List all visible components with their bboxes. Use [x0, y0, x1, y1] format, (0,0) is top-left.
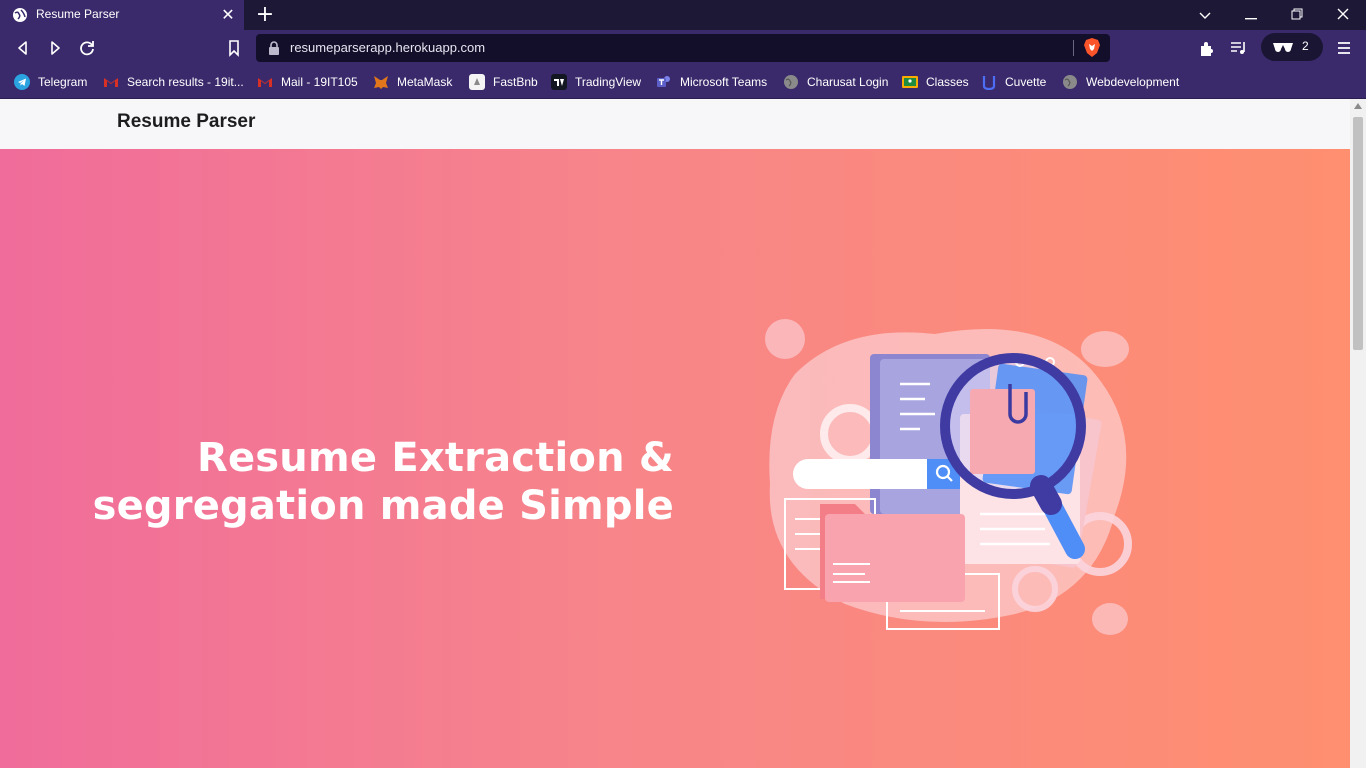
- bookmark-label: FastBnb: [493, 75, 538, 89]
- resume-search-illustration: [765, 319, 1132, 635]
- glasses-icon: [1273, 43, 1293, 52]
- address-bar[interactable]: resumeparserapp.herokuapp.com: [256, 34, 1110, 62]
- scrollbar-thumb[interactable]: [1353, 117, 1363, 350]
- chevron-down-icon: [1199, 12, 1211, 19]
- close-icon: [1337, 8, 1349, 20]
- reload-icon[interactable]: [76, 37, 98, 59]
- gmail-icon: [258, 78, 272, 87]
- lock-icon: [269, 41, 279, 55]
- webpage: Resume Parser Resume Extraction & segreg…: [0, 99, 1350, 768]
- tab-search-button[interactable]: [1190, 4, 1220, 26]
- tab-title: Resume Parser: [36, 7, 120, 21]
- cuvette-icon: [982, 76, 996, 90]
- hero-headline: Resume Extraction & segregation made Sim…: [60, 434, 674, 530]
- bookmark-cuvette[interactable]: Cuvette: [981, 72, 1046, 92]
- tab-resume-parser[interactable]: Resume Parser ✕: [0, 0, 244, 30]
- url-text: resumeparserapp.herokuapp.com: [290, 40, 486, 55]
- restore-button[interactable]: [1282, 4, 1312, 26]
- new-tab-button[interactable]: +: [254, 4, 276, 26]
- bookmark-label: Charusat Login: [807, 75, 889, 89]
- bookmark-label: Microsoft Teams: [680, 75, 768, 89]
- tab-close-button[interactable]: ✕: [218, 5, 238, 25]
- bookmark-label: Telegram: [38, 75, 88, 89]
- bookmark-mail[interactable]: Mail - 19IT105: [257, 72, 358, 92]
- restore-icon: [1291, 8, 1303, 20]
- menu-icon[interactable]: [1333, 37, 1355, 59]
- globe-icon: [13, 8, 27, 22]
- brave-shields-icon[interactable]: [1084, 38, 1100, 57]
- tab-strip: Resume Parser ✕ +: [0, 0, 1366, 30]
- tradingview-icon: [551, 74, 567, 90]
- bookmark-metamask[interactable]: MetaMask: [373, 72, 452, 92]
- bookmark-telegram[interactable]: Telegram: [14, 72, 87, 92]
- telegram-icon: [14, 74, 30, 90]
- bookmark-label: Search results - 19it...: [127, 75, 244, 89]
- fastbnb-icon: [469, 74, 485, 90]
- extensions-icon[interactable]: [1196, 37, 1218, 59]
- globe-icon: [1063, 75, 1077, 89]
- bookmark-charusat-login[interactable]: Charusat Login: [783, 72, 888, 92]
- bookmark-icon[interactable]: [223, 37, 245, 59]
- gmail-icon: [104, 78, 118, 87]
- bookmarks-bar: Telegram Search results - 19it... Mail -…: [0, 66, 1366, 98]
- site-brand[interactable]: Resume Parser: [117, 111, 255, 133]
- bookmark-label: Mail - 19IT105: [281, 75, 358, 89]
- forward-icon[interactable]: [44, 37, 66, 59]
- globe-icon: [784, 75, 798, 89]
- bookmark-microsoft-teams[interactable]: Microsoft Teams: [656, 72, 767, 92]
- bookmark-tradingview[interactable]: TradingView: [551, 72, 641, 92]
- media-controls-icon[interactable]: [1228, 37, 1250, 59]
- back-icon[interactable]: [12, 37, 34, 59]
- scroll-up-arrow-icon[interactable]: [1354, 103, 1362, 109]
- minimize-icon: [1245, 18, 1257, 20]
- bookmark-label: MetaMask: [397, 75, 453, 89]
- bookmark-classes[interactable]: Classes: [902, 72, 969, 92]
- bookmark-label: TradingView: [575, 75, 642, 89]
- bookmark-label: Webdevelopment: [1086, 75, 1180, 89]
- classroom-icon: [902, 76, 918, 88]
- address-divider: [1073, 40, 1074, 56]
- metamask-icon: [374, 76, 388, 89]
- headline-line-2: segregation made Simple: [92, 483, 674, 529]
- site-header: Resume Parser: [0, 99, 1350, 150]
- teams-icon: [657, 76, 670, 87]
- bookmark-search-results[interactable]: Search results - 19it...: [103, 72, 244, 92]
- hero-section: Resume Extraction & segregation made Sim…: [0, 149, 1350, 768]
- bookmark-label: Classes: [926, 75, 969, 89]
- close-window-button[interactable]: [1328, 4, 1358, 26]
- navigation-bar: resumeparserapp.herokuapp.com 2: [0, 30, 1366, 66]
- vertical-scrollbar[interactable]: [1350, 99, 1366, 768]
- vpn-extension-button[interactable]: 2: [1261, 33, 1323, 61]
- headline-line-1: Resume Extraction &: [196, 435, 674, 481]
- minimize-button[interactable]: [1236, 4, 1266, 26]
- bookmark-webdevelopment[interactable]: Webdevelopment: [1062, 72, 1179, 92]
- bookmark-fastbnb[interactable]: FastBnb: [469, 72, 538, 92]
- vpn-count: 2: [1302, 39, 1309, 53]
- bookmark-label: Cuvette: [1005, 75, 1047, 89]
